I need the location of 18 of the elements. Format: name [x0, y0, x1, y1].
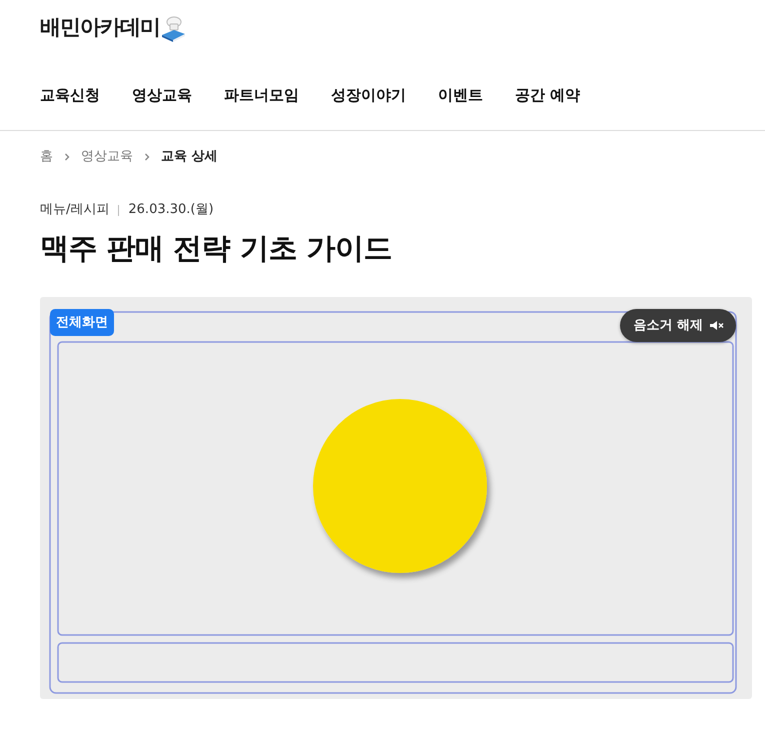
logo-text[interactable]: 배민아카데미 [40, 12, 160, 42]
unmute-button[interactable]: 음소거 해제 [620, 309, 736, 342]
breadcrumb-link[interactable]: 홈 [40, 148, 53, 166]
nav-link[interactable]: 공간 예약 [515, 85, 580, 105]
nav-link[interactable]: 성장이야기 [331, 85, 406, 105]
nav-link[interactable]: 이벤트 [438, 85, 483, 105]
breadcrumb-link[interactable]: 영상교육 [81, 148, 133, 166]
category-label: 메뉴/레시피 [40, 201, 110, 219]
chevron-icon [64, 153, 70, 161]
post-date: 26.03.30.(월) [128, 201, 214, 219]
breadcrumb-link[interactable]: 교육 상세 [161, 148, 218, 166]
nav-link[interactable]: 파트너모임 [224, 85, 299, 105]
nav-link[interactable]: 영상교육 [132, 85, 192, 105]
book-chef-hat-icon [160, 14, 186, 42]
fullscreen-button[interactable]: 전체화면 [50, 309, 114, 336]
chevron-icon [144, 153, 150, 161]
article-title: 맥주 판매 전략 기초 가이드 [40, 230, 393, 267]
nav-link[interactable]: 교육신청 [40, 85, 100, 105]
